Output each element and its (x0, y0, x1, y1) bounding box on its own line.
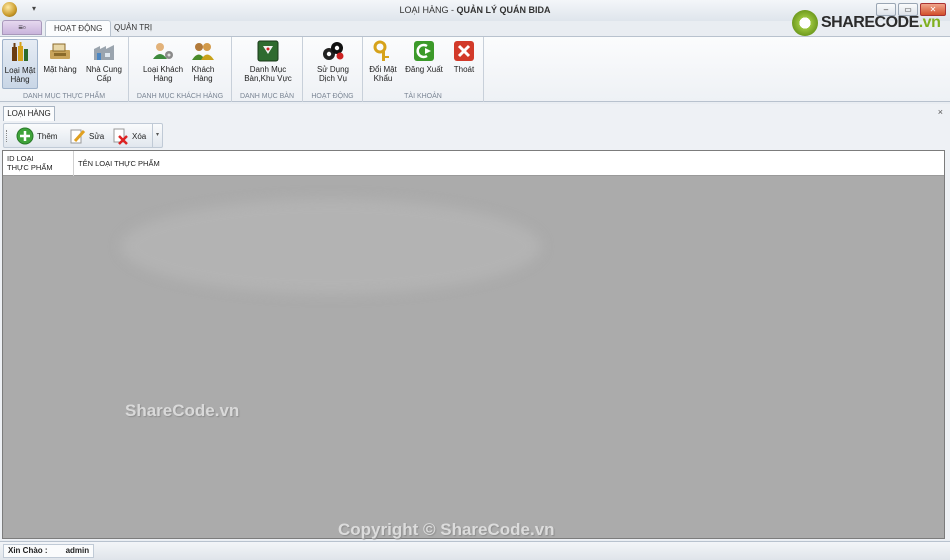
group-tai-khoan: Đổi Mật Khẩu Đăng Xuất Thoát TÀI KHOẢN (363, 37, 484, 102)
group-danh-muc-khach-hang: Loại Khách Hàng Khách Hàng DANH MỤC KHÁC… (129, 37, 232, 102)
group-label: DANH MỤC KHÁCH HÀNG (136, 93, 224, 100)
tab-hoat-dong[interactable]: HOẠT ĐỘNG (45, 20, 112, 36)
tab-loai-hang[interactable]: LOẠI HÀNG (3, 106, 55, 121)
cash-register-icon (50, 43, 70, 59)
toolbar-grip[interactable] (6, 130, 9, 142)
group-danh-muc-thuc-pham: Loại Mặt Hàng Mặt hàng Nhà Cung Cấp DANH… (0, 37, 129, 102)
application-menu-button[interactable]: ≡▫ (2, 20, 42, 35)
factory-icon (94, 45, 114, 60)
group-label: DANH MỤC THỰC PHẨM (22, 93, 106, 100)
watermark-center: ShareCode.vn (125, 401, 240, 420)
status-username: admin (65, 546, 90, 555)
group-danh-muc-ban: Danh Mục Bàn,Khu Vực DANH MỤC BÀN (232, 37, 303, 102)
group-hoat-dong: Sử Dụng Dịch Vụ HOẠT ĐỘNG (303, 37, 363, 102)
delete-button[interactable]: Xóa (111, 127, 146, 145)
users-icon (192, 43, 214, 60)
column-header-name[interactable]: TÊN LOẠI THỰC PHẨM (74, 151, 944, 176)
add-button[interactable]: Thêm (16, 127, 57, 145)
status-bar: Xin Chào : admin (0, 541, 950, 560)
logout-icon (414, 41, 434, 61)
billiard-rack-icon (257, 40, 279, 62)
status-greeting: Xin Chào : admin (3, 544, 95, 558)
su-dung-dich-vu-button[interactable]: Sử Dụng Dịch Vụ (311, 39, 355, 89)
edit-icon (70, 129, 86, 144)
toolbar-overflow-dropdown[interactable]: ▾ (152, 124, 162, 147)
tab-quan-tri[interactable]: QUẢN TRỊ (106, 20, 160, 36)
nha-cung-cap-button[interactable]: Nhà Cung Cấp (82, 39, 126, 89)
keys-icon (373, 40, 389, 61)
group-label: HOẠT ĐỘNG (311, 93, 354, 100)
delete-icon (113, 128, 128, 145)
user-settings-icon (153, 43, 173, 59)
khach-hang-button[interactable]: Khách Hàng (187, 39, 219, 89)
group-label: DANH MỤC BÀN (239, 93, 295, 100)
danh-muc-ban-button[interactable]: Danh Mục Bàn,Khu Vực (240, 39, 296, 89)
add-icon (16, 127, 34, 145)
edit-button[interactable]: Sửa (68, 127, 104, 145)
billiard-balls-icon (323, 42, 344, 60)
bottles-icon (12, 42, 28, 61)
ribbon: Loại Mặt Hàng Mặt hàng Nhà Cung Cấp DANH… (0, 36, 950, 102)
exit-icon (454, 41, 474, 61)
thoat-button[interactable]: Thoát (447, 39, 481, 89)
toolbar: Thêm Sửa Xóa ▾ (3, 123, 163, 148)
ribbon-tabstrip: ≡▫ HOẠT ĐỘNG QUẢN TRỊ (0, 19, 950, 36)
document-area: LOẠI HÀNG × Thêm Sửa Xóa ▾ ID LOẠI THỰC … (0, 104, 950, 540)
loai-mat-hang-button[interactable]: Loại Mặt Hàng (2, 39, 38, 89)
data-grid[interactable]: ID LOẠI THỰC PHẨM TÊN LOẠI THỰC PHẨM Sha… (2, 150, 945, 539)
grid-header: ID LOẠI THỰC PHẨM TÊN LOẠI THỰC PHẨM (3, 151, 944, 176)
dang-xuat-button[interactable]: Đăng Xuất (403, 39, 445, 89)
mat-hang-button[interactable]: Mặt hàng (41, 39, 79, 89)
background-blur (121, 199, 541, 294)
watermark-bottom: Copyright © ShareCode.vn (338, 520, 555, 539)
loai-khach-hang-button[interactable]: Loại Khách Hàng (141, 39, 185, 89)
group-label: TÀI KHOẢN (404, 93, 442, 100)
doi-mat-khau-button[interactable]: Đổi Mật Khẩu (365, 39, 401, 89)
close-document-icon[interactable]: × (938, 107, 943, 117)
column-header-id[interactable]: ID LOẠI THỰC PHẨM (3, 151, 74, 176)
